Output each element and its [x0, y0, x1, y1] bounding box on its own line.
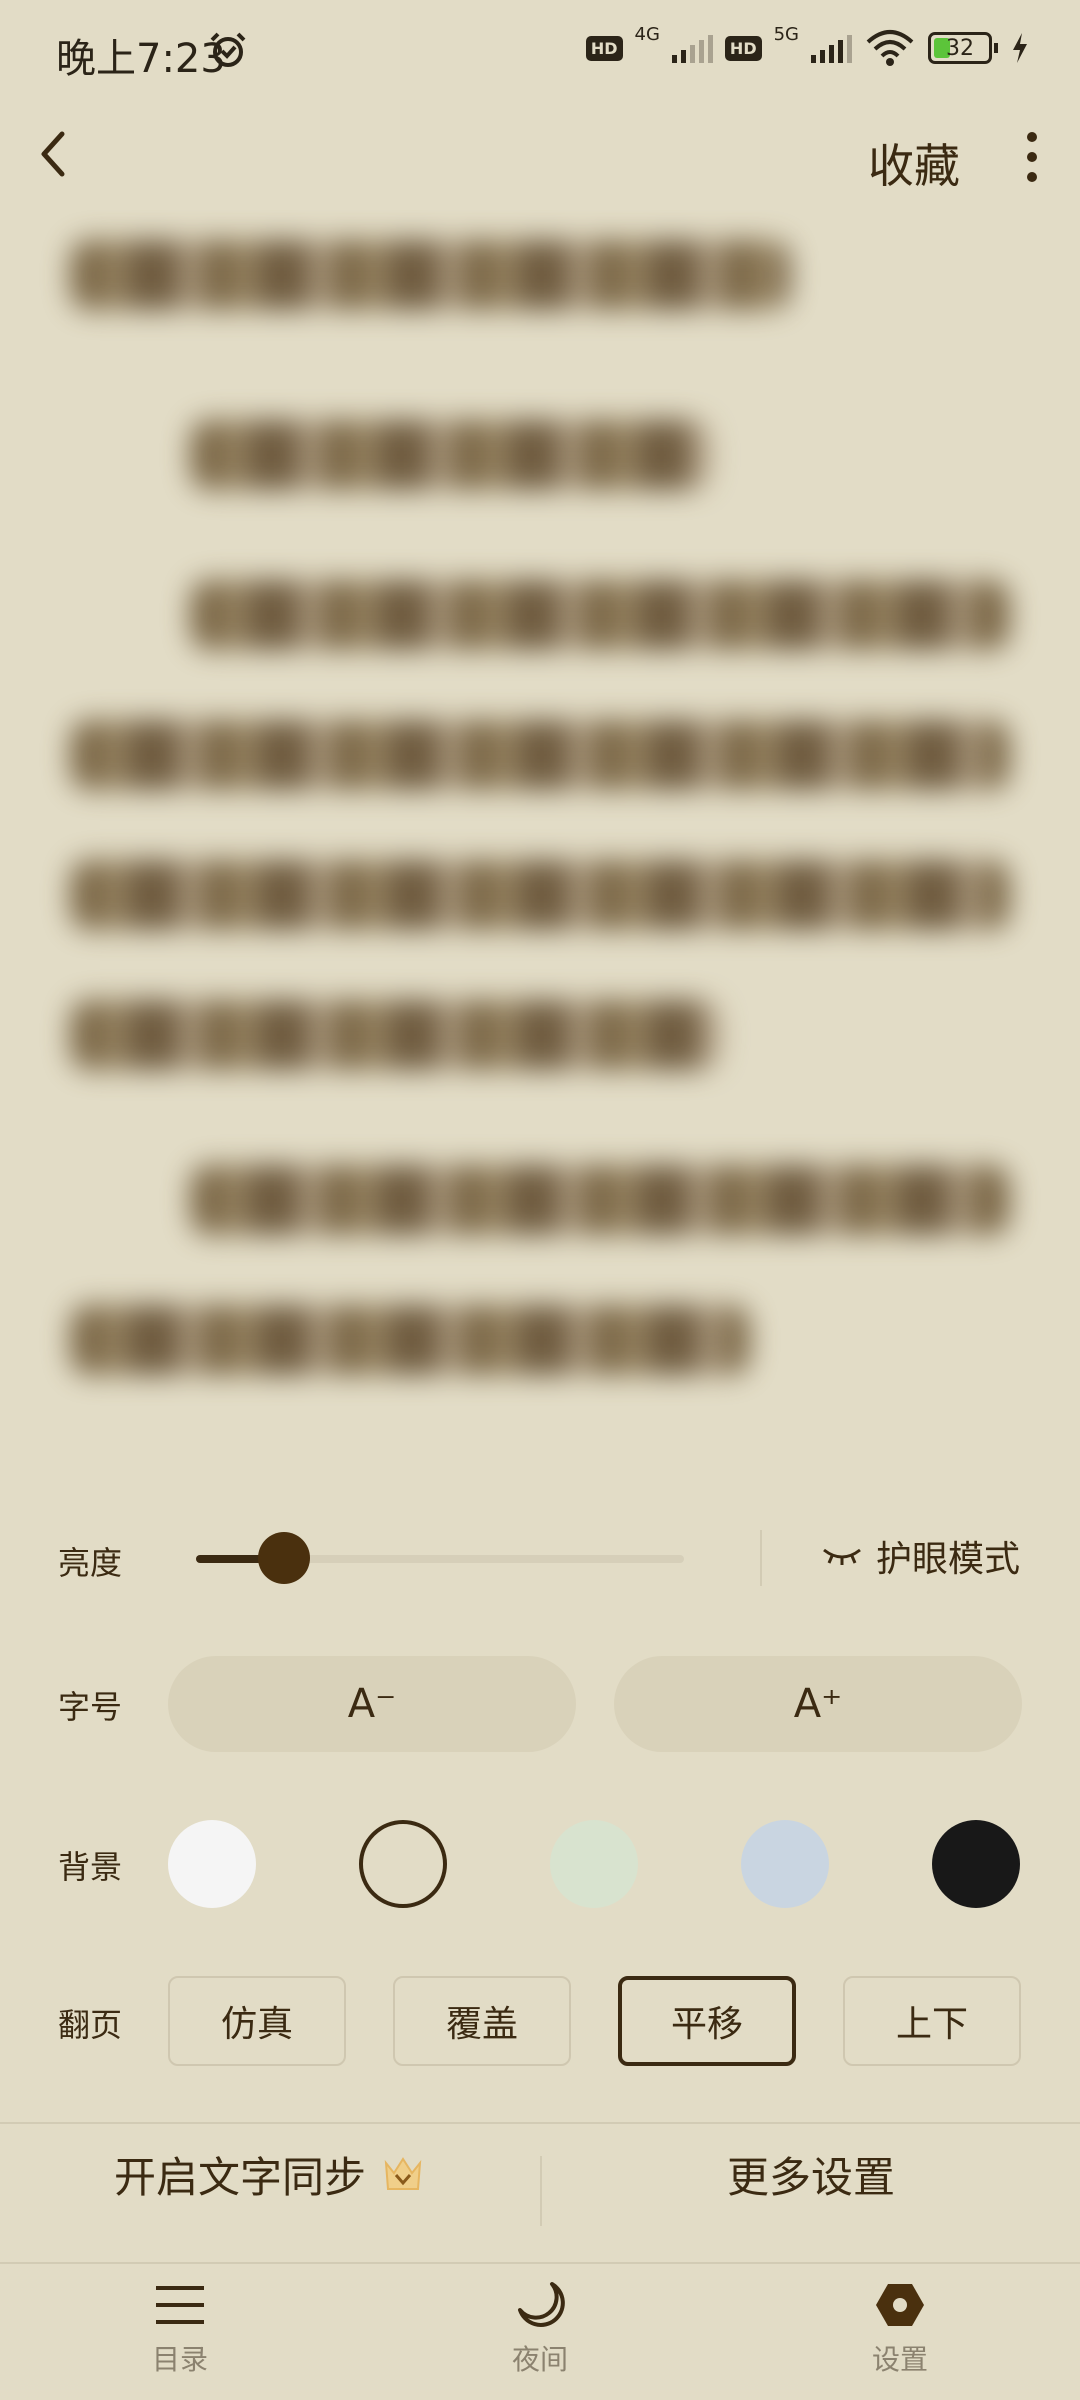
nav-label: 夜间 — [511, 2343, 568, 2376]
blurred-text-line — [190, 1165, 1010, 1235]
nav-item-catalog[interactable]: 目录 — [80, 2280, 280, 2390]
blurred-text-line — [70, 240, 790, 310]
eye-closed-icon — [823, 1548, 861, 1565]
blurred-text-line — [70, 1000, 720, 1070]
background-swatch[interactable] — [359, 1820, 447, 1908]
battery-tip — [994, 43, 998, 53]
hd-badge: HD — [724, 35, 762, 61]
font-increase-button[interactable]: A⁺ — [614, 1656, 1022, 1752]
brightness-slider-thumb[interactable] — [257, 1532, 310, 1584]
blurred-text-line — [190, 420, 710, 490]
settings-icon — [876, 2284, 924, 2326]
status-right: HD 4G HD 5G 32 — [585, 24, 1030, 68]
page-turn-option[interactable]: 覆盖 — [393, 1976, 571, 2066]
sync-text-button[interactable]: 开启文字同步 — [0, 2106, 540, 2242]
nav-item-night[interactable]: 夜间 — [440, 2280, 640, 2390]
background-label: 背景 — [58, 1848, 123, 1886]
hd-badge: HD — [585, 35, 623, 61]
page-turn-option-selected[interactable]: 平移 — [618, 1976, 796, 2066]
signal-icon — [671, 33, 713, 63]
network-5g: 5G — [773, 23, 799, 45]
reader-settings-panel: 亮度 护眼模式 字号 A⁻ A⁺ 背景 翻页 仿真 覆盖 平移 上下 开启文字同… — [0, 1470, 1080, 2400]
reading-content-blurred — [0, 210, 1080, 1470]
battery-icon: 32 — [928, 32, 992, 64]
page-turn-option[interactable]: 仿真 — [168, 1976, 346, 2066]
divider — [0, 2262, 1080, 2264]
brightness-label: 亮度 — [58, 1544, 123, 1582]
status-time: 晚上7:23 — [56, 36, 226, 82]
favorite-button[interactable]: 收藏 — [868, 130, 960, 196]
nav-label: 目录 — [151, 2343, 208, 2376]
more-settings-button[interactable]: 更多设置 — [542, 2106, 1080, 2242]
signal-icon — [811, 33, 852, 63]
top-bar: 收藏 — [0, 100, 1080, 210]
network-4g: 4G — [634, 23, 660, 45]
page-turn-label: 翻页 — [58, 2006, 123, 2044]
eye-protection-button[interactable]: 护眼模式 — [822, 1530, 1020, 1582]
more-vertical-icon[interactable] — [1012, 122, 1052, 192]
background-swatch[interactable] — [741, 1820, 829, 1908]
charging-icon — [1013, 33, 1027, 63]
divider — [760, 1530, 762, 1586]
moon-icon — [518, 2282, 565, 2327]
status-bar: 晚上7:23 HD 4G HD 5G 32 — [0, 0, 1080, 100]
page-turn-option[interactable]: 上下 — [843, 1976, 1021, 2066]
font-increase-label: A⁺ — [793, 1681, 843, 1727]
battery-level: 32 — [946, 35, 974, 61]
alarm-icon — [210, 32, 246, 67]
background-swatch[interactable] — [168, 1820, 256, 1908]
blurred-text-line — [70, 1305, 750, 1375]
vip-crown-icon — [384, 2157, 422, 2190]
nav-item-settings[interactable]: 设置 — [800, 2280, 1000, 2390]
font-decrease-label: A⁻ — [347, 1681, 397, 1727]
sync-text-label: 开启文字同步 — [113, 2152, 366, 2202]
blurred-text-line — [70, 860, 1010, 930]
eye-protection-label: 护眼模式 — [876, 1539, 1021, 1580]
font-size-label: 字号 — [58, 1688, 123, 1726]
blurred-text-line — [190, 580, 1010, 650]
blurred-text-line — [70, 720, 1010, 790]
nav-label: 设置 — [871, 2343, 928, 2376]
font-decrease-button[interactable]: A⁻ — [168, 1656, 576, 1752]
background-swatch[interactable] — [932, 1820, 1020, 1908]
wifi-icon — [866, 30, 914, 66]
menu-icon — [156, 2286, 204, 2324]
back-arrow-icon[interactable] — [34, 114, 74, 194]
background-swatch[interactable] — [550, 1820, 638, 1908]
